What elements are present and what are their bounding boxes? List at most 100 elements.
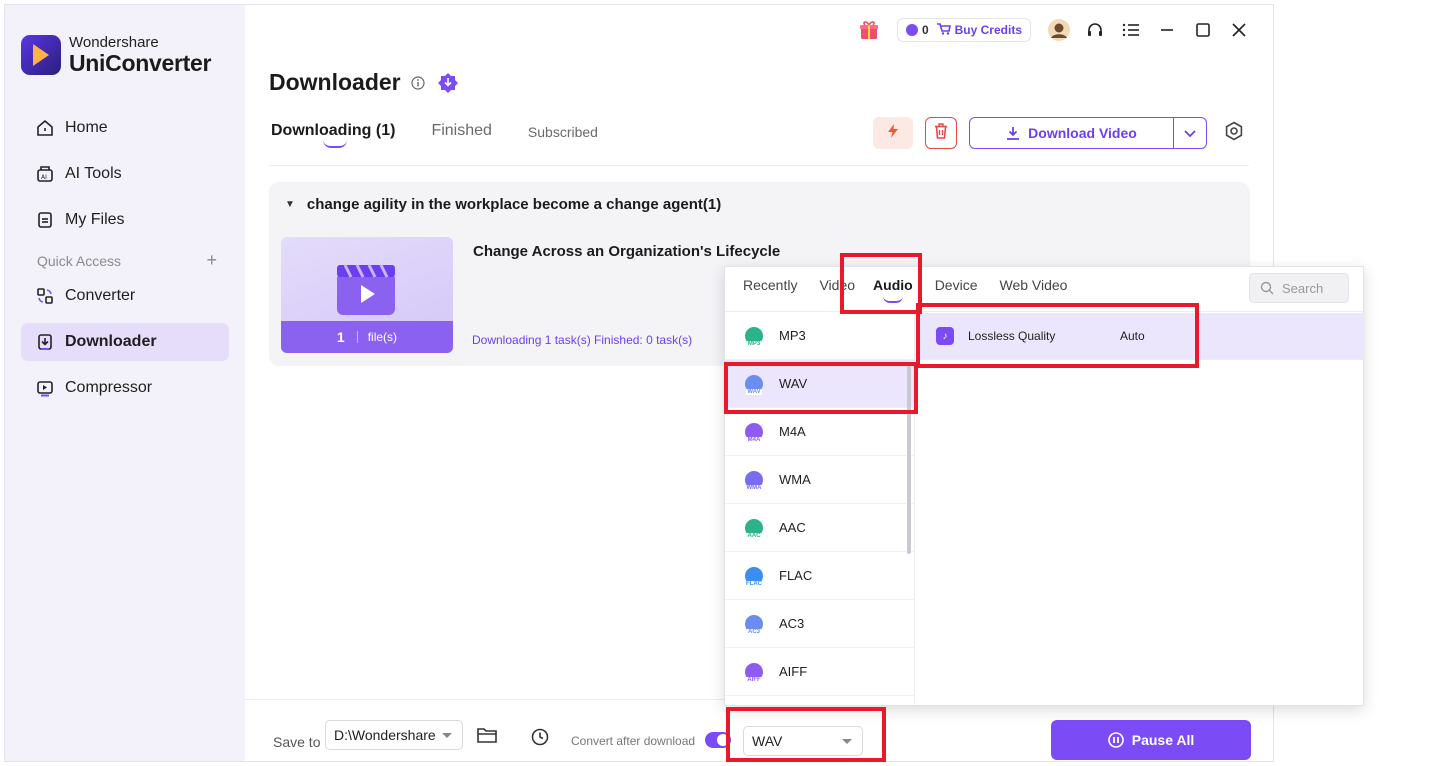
format-label: M4A: [779, 424, 806, 439]
avatar[interactable]: [1041, 17, 1077, 43]
icon-label: MP3: [746, 340, 762, 347]
quality-divider: [916, 359, 1364, 360]
delete-button[interactable]: [925, 117, 957, 149]
sidebar: Wondershare UniConverter Home AI AI Tool…: [5, 5, 245, 761]
tab-recently[interactable]: Recently: [743, 277, 797, 303]
svg-text:AI: AI: [41, 174, 47, 181]
menu-icon[interactable]: [1113, 17, 1149, 43]
close-icon[interactable]: [1221, 17, 1257, 43]
format-list-scrollbar[interactable]: [907, 362, 911, 554]
title-bar: 0 Buy Credits: [851, 17, 1257, 43]
gear-icon: [1224, 121, 1244, 146]
info-icon[interactable]: [411, 75, 425, 90]
pause-all-button[interactable]: Pause All: [1051, 720, 1251, 760]
video-thumbnail[interactable]: 1 file(s): [281, 237, 453, 353]
download-video-button[interactable]: Download Video: [970, 118, 1174, 148]
minimize-icon[interactable]: [1149, 17, 1185, 43]
tab-subscribed[interactable]: Subscribed: [528, 124, 598, 140]
folder-icon[interactable]: [477, 727, 497, 748]
tab-downloading[interactable]: Downloading (1): [271, 122, 395, 148]
icon-label: WAV: [746, 388, 762, 395]
search-icon: [1260, 281, 1274, 295]
quality-label: Lossless Quality: [968, 329, 1056, 343]
aac-format-icon: AAC: [745, 518, 763, 539]
my-files-icon: [35, 210, 55, 230]
download-icon: [1006, 126, 1020, 140]
sidebar-item-my-files[interactable]: My Files: [21, 201, 229, 239]
icon-label: AIFF: [746, 676, 762, 683]
download-options-dropdown[interactable]: [1174, 125, 1206, 141]
credits-coin-icon: [905, 24, 918, 36]
download-status: Downloading 1 task(s) Finished: 0 task(s…: [472, 333, 693, 347]
group-title: change agility in the workplace become a…: [306, 196, 722, 213]
video-clapper-icon: [337, 264, 395, 315]
settings-button[interactable]: [1219, 117, 1249, 149]
converter-icon: [35, 286, 55, 306]
output-format-dropdown[interactable]: WAV: [743, 726, 863, 756]
file-count-bar: 1 file(s): [281, 321, 453, 353]
sidebar-item-downloader[interactable]: Downloader: [21, 323, 229, 361]
quick-access-label: Quick Access: [37, 253, 122, 269]
sidebar-item-converter[interactable]: Converter: [21, 277, 229, 315]
tab-video[interactable]: Video: [819, 277, 855, 303]
tabs-divider: [269, 165, 1249, 166]
save-path-dropdown[interactable]: D:\Wondershare: [325, 720, 463, 750]
uniconverter-logo-icon: [21, 35, 61, 75]
maximize-icon[interactable]: [1185, 17, 1221, 43]
icon-label: M4A: [746, 436, 762, 443]
page-title-text: Downloader: [269, 69, 401, 95]
tab-audio[interactable]: Audio: [873, 277, 913, 303]
collapse-chevron-icon[interactable]: ▼: [285, 199, 295, 210]
sidebar-item-label: Downloader: [65, 333, 157, 350]
add-quick-access-icon[interactable]: +: [206, 251, 217, 269]
trash-icon: [934, 122, 948, 144]
flac-format-icon: FLAC: [745, 566, 763, 587]
format-label: MP3: [779, 328, 806, 343]
format-item-aiff[interactable]: AIFF AIFF: [725, 648, 914, 696]
quick-access-header: Quick Access +: [37, 251, 217, 269]
credits-box[interactable]: 0 Buy Credits: [896, 18, 1031, 42]
sidebar-item-home[interactable]: Home: [21, 109, 229, 147]
format-item-wav[interactable]: WAV WAV: [725, 360, 914, 408]
clock-icon[interactable]: [531, 728, 549, 751]
pause-icon: [1107, 732, 1124, 748]
music-note-icon: ♪: [936, 327, 954, 345]
group-header[interactable]: ▼ change agility in the workplace become…: [285, 196, 721, 213]
format-item-aac[interactable]: AAC AAC: [725, 504, 914, 552]
icon-label: AAC: [746, 532, 762, 539]
sidebar-item-ai-tools[interactable]: AI AI Tools: [21, 155, 229, 193]
format-item-ac3[interactable]: AC3 AC3: [725, 600, 914, 648]
wma-format-icon: WMA: [745, 470, 763, 491]
plugin-download-icon[interactable]: [437, 72, 459, 94]
save-to-label: Save to: [273, 734, 321, 750]
buy-credits-label: Buy Credits: [954, 23, 1022, 37]
headset-icon[interactable]: [1077, 17, 1113, 43]
format-item-wma[interactable]: WMA WMA: [725, 456, 914, 504]
tab-device[interactable]: Device: [935, 277, 978, 303]
sidebar-item-label: Compressor: [65, 379, 153, 396]
lightning-icon: [887, 123, 899, 143]
format-item-m4a[interactable]: M4A M4A: [725, 408, 914, 456]
cart-icon: [936, 22, 951, 38]
pause-all-label: Pause All: [1131, 732, 1195, 748]
format-search-input[interactable]: Search: [1249, 273, 1349, 303]
format-item-flac[interactable]: FLAC FLAC: [725, 552, 914, 600]
ai-tools-icon: AI: [35, 164, 55, 184]
page-title: Downloader: [269, 69, 459, 96]
downloader-icon: [35, 332, 55, 352]
sidebar-item-compressor[interactable]: Compressor: [21, 369, 229, 407]
format-item-mp3[interactable]: MP3 MP3: [725, 312, 914, 360]
format-label: WAV: [779, 376, 808, 391]
tab-finished[interactable]: Finished: [431, 122, 491, 140]
gift-icon[interactable]: [851, 17, 887, 43]
file-count-label: file(s): [367, 330, 398, 344]
quality-option-lossless[interactable]: ♪ Lossless Quality Auto: [916, 313, 1364, 359]
tab-web-video[interactable]: Web Video: [999, 277, 1067, 303]
chevron-down-icon: [1184, 125, 1196, 141]
format-label: FLAC: [779, 568, 813, 583]
high-speed-button[interactable]: [873, 117, 913, 149]
save-path-value: D:\Wondershare: [334, 727, 436, 743]
convert-after-download-toggle[interactable]: [705, 732, 731, 748]
credits-count: 0: [921, 23, 929, 37]
format-picker-popup: Recently Video Audio Device Web Video Se…: [724, 266, 1364, 706]
